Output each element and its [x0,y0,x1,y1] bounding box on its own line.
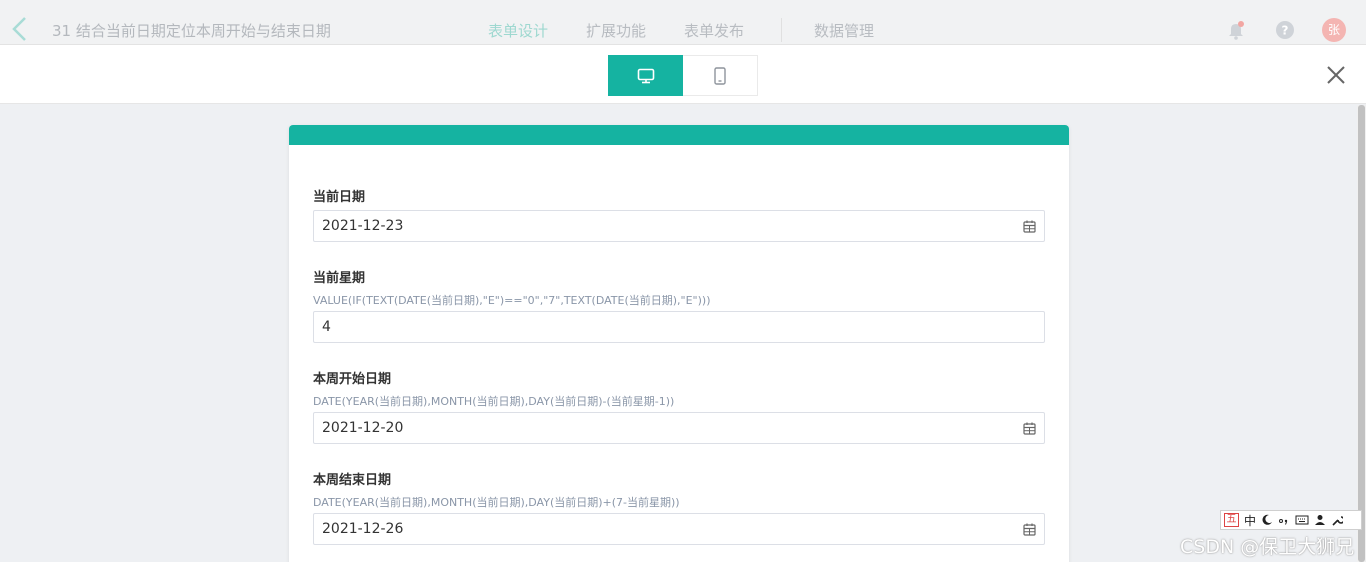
back-arrow-icon[interactable] [10,14,30,44]
wrench-icon[interactable] [1331,514,1344,526]
scrollbar-thumb[interactable] [1358,105,1365,562]
mobile-preview-button[interactable] [683,55,758,96]
ime-logo-icon[interactable]: 五 [1224,513,1239,527]
svg-text:?: ? [1282,24,1289,38]
app-title: 31 结合当前日期定位本周开始与结束日期 [52,22,331,40]
desktop-preview-button[interactable] [608,55,683,96]
formula-current-weekday: VALUE(IF(TEXT(DATE(当前日期),"E")=="0","7",T… [313,294,711,307]
user-avatar[interactable]: 张 [1322,18,1346,42]
ime-mode-toggle[interactable]: 中 [1244,512,1256,529]
user-icon[interactable] [1314,514,1326,526]
ime-toolbar[interactable]: 五 中 [1220,510,1362,530]
calendar-icon[interactable] [1023,220,1036,233]
field-label-week-start-date: 本周开始日期 [313,372,392,387]
formula-week-start-date: DATE(YEAR(当前日期),MONTH(当前日期),DAY(当前日期)-(当… [313,395,675,408]
moon-icon[interactable] [1261,514,1273,526]
keyboard-icon[interactable] [1295,514,1309,526]
calendar-icon[interactable] [1023,523,1036,536]
tab-form-design[interactable]: 表单设计 [488,20,548,41]
week-end-date-value: 2021-12-26 [322,521,404,537]
current-weekday-input[interactable]: 4 [313,311,1045,343]
field-label-current-weekday: 当前星期 [313,271,366,286]
scrollbar[interactable] [1357,105,1366,562]
notification-bell-icon[interactable] [1225,19,1247,41]
punctuation-icon[interactable] [1278,514,1290,526]
current-date-value: 2021-12-23 [322,218,404,234]
top-header: 31 结合当前日期定位本周开始与结束日期 表单设计 扩展功能 表单发布 数据管理… [0,0,1366,45]
calendar-icon[interactable] [1023,422,1036,435]
form-card: 当前日期 2021-12-23 当前星期 VALUE(IF(TEXT(DATE(… [289,125,1069,562]
formula-week-end-date: DATE(YEAR(当前日期),MONTH(当前日期),DAY(当前日期)+(7… [313,496,680,509]
desktop-icon [637,68,654,83]
tab-extensions[interactable]: 扩展功能 [586,20,646,41]
field-label-current-date: 当前日期 [313,190,366,205]
tab-form-publish[interactable]: 表单发布 [684,20,744,41]
help-icon[interactable]: ? [1274,19,1296,41]
mobile-icon [714,66,726,85]
form-card-header [289,125,1069,145]
close-icon[interactable] [1324,63,1348,87]
current-date-input[interactable]: 2021-12-23 [313,210,1045,242]
week-start-date-value: 2021-12-20 [322,420,404,436]
current-weekday-value: 4 [322,319,331,335]
watermark: CSDN @保卫大狮兄 [1180,536,1355,558]
tab-data-management[interactable]: 数据管理 [814,20,874,41]
week-end-date-input[interactable]: 2021-12-26 [313,513,1045,545]
week-start-date-input[interactable]: 2021-12-20 [313,412,1045,444]
preview-toolbar [0,45,1366,104]
field-label-week-end-date: 本周结束日期 [313,473,392,488]
nav-divider [781,18,782,42]
